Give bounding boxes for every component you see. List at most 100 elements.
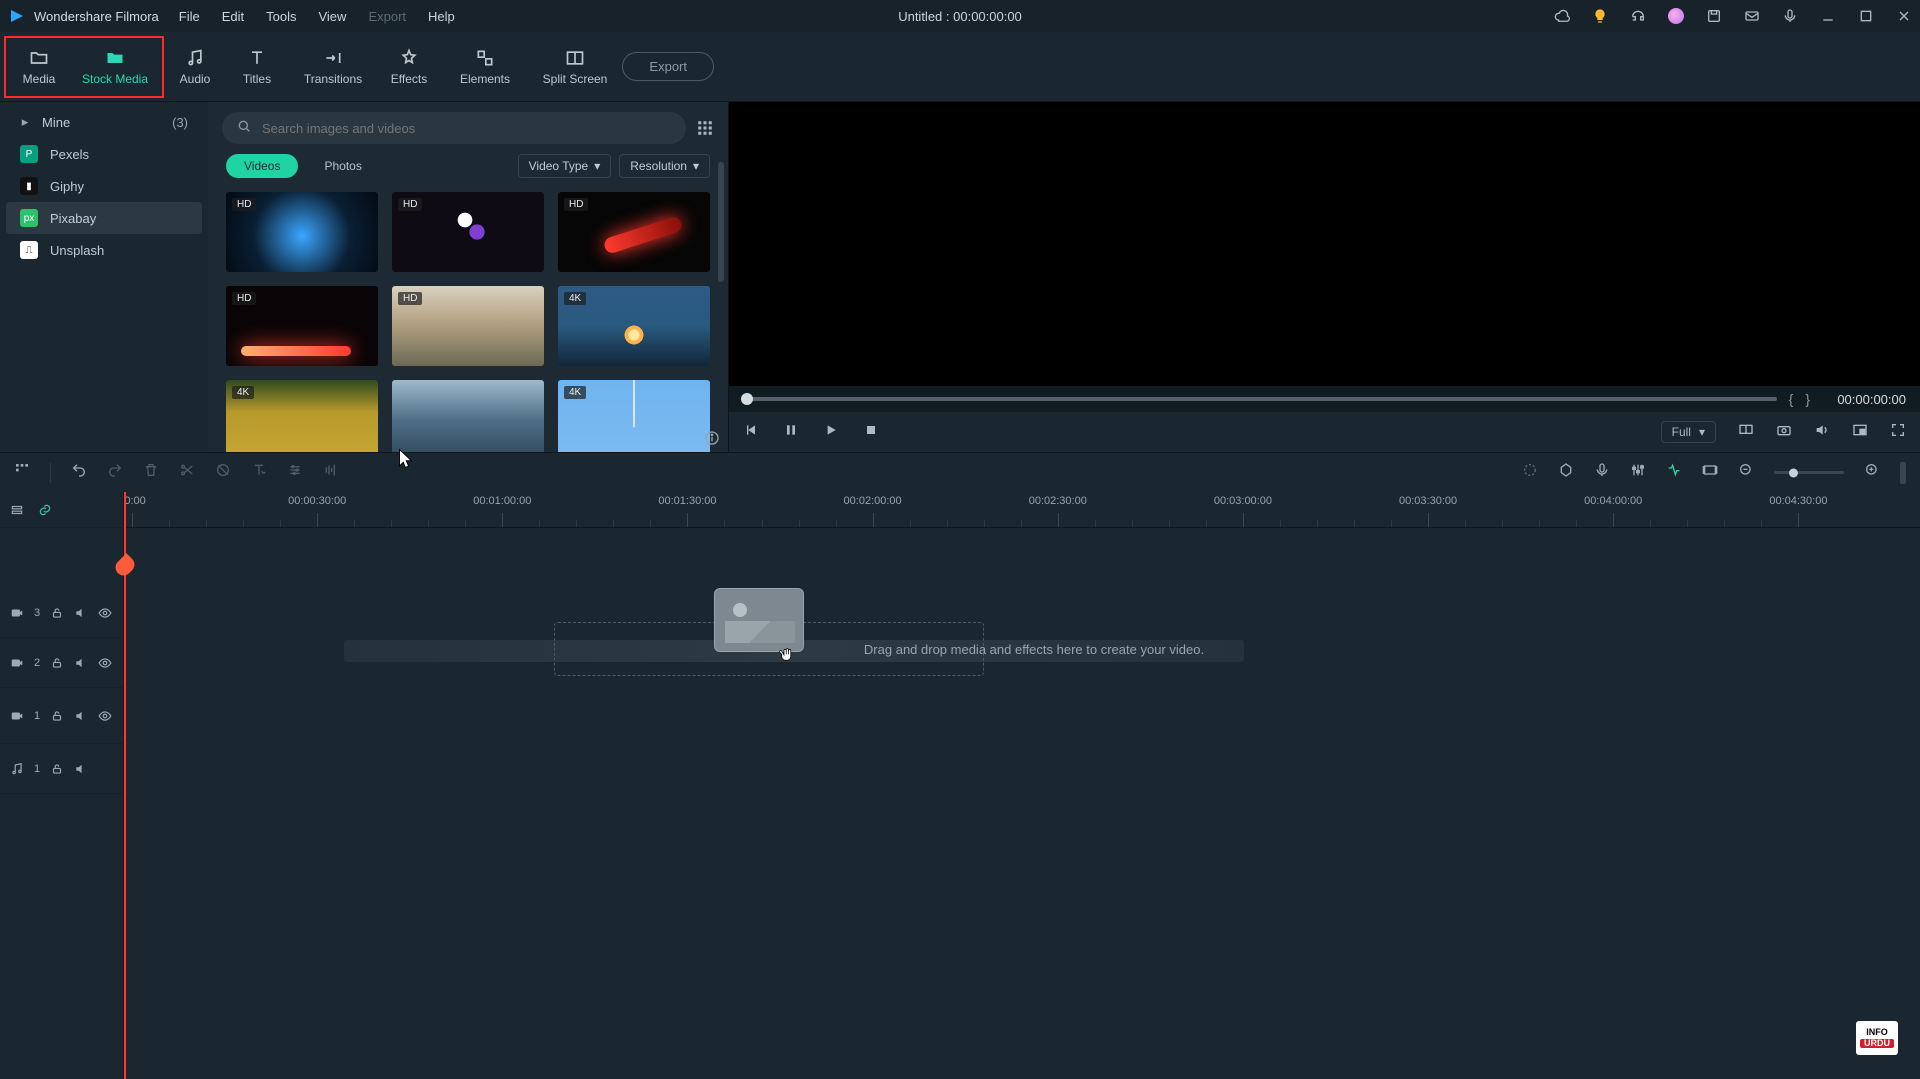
stock-thumb[interactable]	[392, 380, 544, 452]
mark-out-icon[interactable]: }	[1805, 391, 1810, 407]
tracks-area[interactable]: 00:0000:00:30:0000:01:00:0000:01:30:0000…	[124, 492, 1920, 1079]
adjust-icon[interactable]	[287, 462, 303, 483]
export-button[interactable]: Export	[622, 52, 714, 81]
mute-icon[interactable]	[74, 656, 88, 670]
voiceover-icon[interactable]	[1594, 462, 1610, 483]
lock-icon[interactable]	[50, 709, 64, 723]
tab-titles[interactable]: Titles	[226, 48, 288, 86]
track-head-v2[interactable]: 2	[0, 638, 123, 688]
search-input-wrap[interactable]	[222, 112, 686, 144]
zoom-map[interactable]	[1900, 462, 1906, 484]
time-ruler[interactable]: 00:0000:00:30:0000:01:00:0000:01:30:0000…	[124, 492, 1920, 528]
sidebar-item-pixabay[interactable]: px Pixabay	[6, 202, 202, 234]
autobeat-icon[interactable]	[1666, 462, 1682, 483]
grid-view-icon[interactable]	[696, 119, 714, 137]
stock-thumb[interactable]: HD	[392, 192, 544, 272]
filter-photos[interactable]: Photos	[306, 154, 379, 178]
pip-icon[interactable]	[1852, 422, 1868, 443]
preview-quality-dropdown[interactable]: Full▾	[1661, 421, 1716, 443]
lock-icon[interactable]	[50, 762, 64, 776]
download-icon[interactable]	[524, 252, 538, 266]
download-icon[interactable]	[690, 252, 704, 266]
dd-resolution[interactable]: Resolution▾	[619, 154, 710, 178]
zoom-in-icon[interactable]	[1864, 462, 1880, 483]
zoom-slider[interactable]	[1774, 471, 1844, 474]
window-close-icon[interactable]	[1896, 8, 1912, 24]
stock-thumb[interactable]: HD	[392, 286, 544, 366]
filter-videos[interactable]: Videos	[226, 154, 298, 178]
tab-elements[interactable]: Elements	[440, 48, 530, 86]
preview-canvas[interactable]	[729, 102, 1920, 386]
volume-icon[interactable]	[1814, 422, 1830, 443]
tab-transitions[interactable]: Transitions	[288, 48, 378, 86]
menu-file[interactable]: File	[179, 9, 200, 24]
track-head-v1[interactable]: 1	[0, 688, 123, 744]
download-icon[interactable]	[358, 252, 372, 266]
account-avatar-icon[interactable]	[1668, 8, 1684, 24]
undo-icon[interactable]	[71, 462, 87, 483]
display-mode-icon[interactable]	[1738, 422, 1754, 443]
stock-thumb[interactable]: HD	[226, 286, 378, 366]
tab-stock-media[interactable]: Stock Media	[70, 48, 160, 86]
snapshot-icon[interactable]	[1776, 422, 1792, 443]
headset-icon[interactable]	[1630, 8, 1646, 24]
window-minimize-icon[interactable]	[1820, 8, 1836, 24]
text-tool-icon[interactable]	[251, 462, 267, 483]
download-icon[interactable]	[524, 346, 538, 360]
scrub-slider[interactable]	[743, 397, 1777, 401]
stock-thumb[interactable]: HD	[558, 192, 710, 272]
menu-edit[interactable]: Edit	[222, 9, 244, 24]
menu-help[interactable]: Help	[428, 9, 455, 24]
crop-icon[interactable]	[215, 462, 231, 483]
mark-in-icon[interactable]: {	[1789, 391, 1794, 407]
prev-frame-icon[interactable]	[743, 422, 759, 443]
delete-icon[interactable]	[143, 462, 159, 483]
track-head-a1[interactable]: 1	[0, 744, 123, 794]
stock-thumb[interactable]: 4K	[558, 380, 710, 452]
visibility-icon[interactable]	[98, 606, 112, 620]
hint-bulb-icon[interactable]	[1592, 8, 1608, 24]
menu-tools[interactable]: Tools	[266, 9, 296, 24]
zoom-knob[interactable]	[1789, 468, 1798, 477]
mixer-icon[interactable]	[1630, 462, 1646, 483]
playhead[interactable]	[124, 492, 126, 1079]
render-icon[interactable]	[1522, 462, 1538, 483]
mail-icon[interactable]	[1744, 8, 1760, 24]
mute-icon[interactable]	[74, 606, 88, 620]
split-icon[interactable]	[179, 462, 195, 483]
window-maximize-icon[interactable]	[1858, 8, 1874, 24]
fullscreen-icon[interactable]	[1890, 422, 1906, 443]
download-icon[interactable]	[358, 440, 372, 452]
tab-audio[interactable]: Audio	[164, 48, 226, 86]
browser-scrollbar[interactable]	[718, 162, 724, 282]
lock-icon[interactable]	[50, 656, 64, 670]
scrub-knob[interactable]	[741, 393, 753, 405]
tab-media[interactable]: Media	[8, 48, 70, 86]
stock-thumb[interactable]: 4K	[226, 380, 378, 452]
stock-thumb[interactable]: HD	[226, 192, 378, 272]
stock-thumb[interactable]: 4K	[558, 286, 710, 366]
sidebar-item-giphy[interactable]: ▮ Giphy	[6, 170, 202, 202]
mic-small-icon[interactable]	[1782, 8, 1798, 24]
track-options-icon[interactable]	[10, 503, 24, 517]
track-head-v3[interactable]: 3	[0, 588, 123, 638]
stop-icon[interactable]	[863, 422, 879, 443]
save-icon[interactable]	[1706, 8, 1722, 24]
redo-icon[interactable]	[107, 462, 123, 483]
info-icon[interactable]	[704, 430, 720, 446]
menu-export[interactable]: Export	[368, 9, 406, 24]
link-icon[interactable]	[38, 503, 52, 517]
arrange-icon[interactable]	[14, 462, 30, 483]
search-input[interactable]	[262, 121, 672, 136]
marker-icon[interactable]	[1558, 462, 1574, 483]
zoom-out-icon[interactable]	[1738, 462, 1754, 483]
mute-icon[interactable]	[74, 762, 88, 776]
visibility-icon[interactable]	[98, 709, 112, 723]
cloud-icon[interactable]	[1554, 8, 1570, 24]
lock-icon[interactable]	[50, 606, 64, 620]
download-icon[interactable]	[690, 346, 704, 360]
sidebar-item-mine[interactable]: ▸ Mine (3)	[6, 106, 202, 138]
dd-video-type[interactable]: Video Type▾	[518, 154, 612, 178]
fit-icon[interactable]	[1702, 462, 1718, 483]
download-icon[interactable]	[524, 440, 538, 452]
